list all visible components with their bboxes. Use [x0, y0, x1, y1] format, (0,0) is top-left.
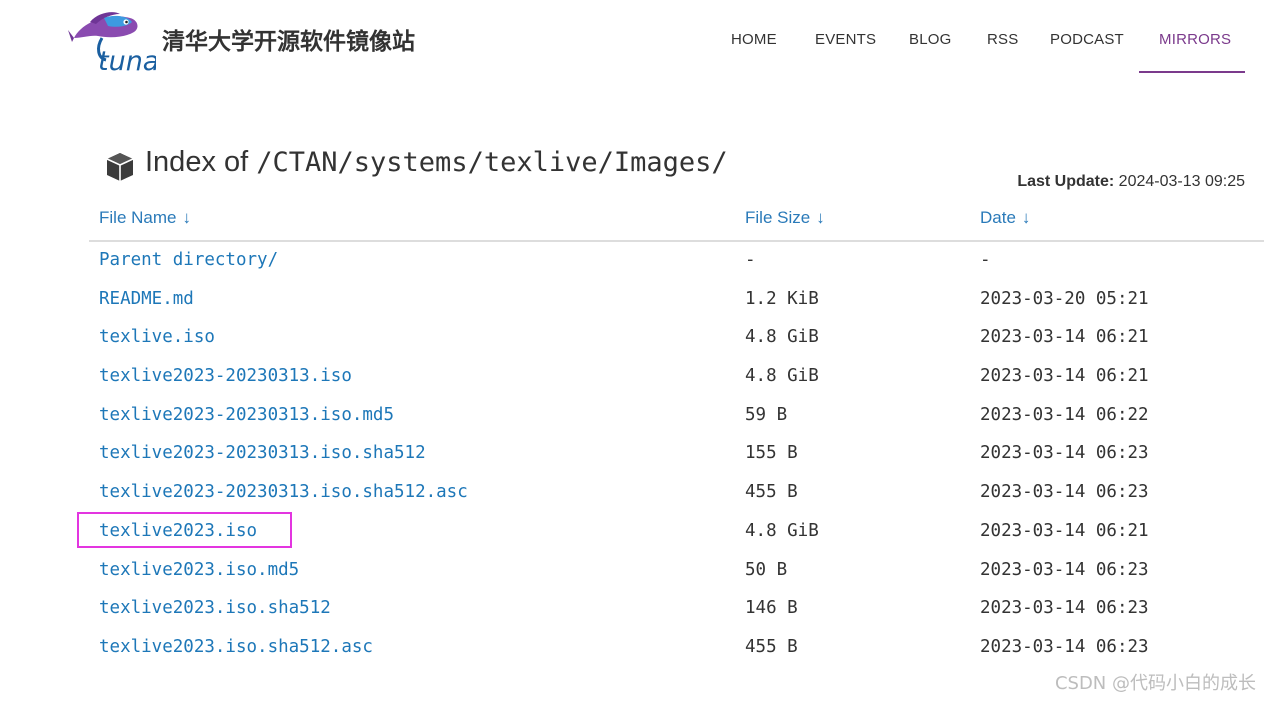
page-title-prefix: Index of — [145, 146, 249, 178]
last-update: Last Update: 2024-03-13 09:25 — [1017, 173, 1245, 191]
nav-mirrors[interactable]: MIRRORS — [1159, 31, 1231, 48]
file-table: File Name ↓ File Size ↓ Date ↓ Parent direc… — [89, 200, 1264, 668]
file-link[interactable]: texlive.iso — [99, 327, 215, 347]
file-size: 4.8 GiB — [745, 520, 819, 541]
file-link[interactable]: texlive2023-20230313.iso.sha512.asc — [99, 482, 468, 502]
file-size: 4.8 GiB — [745, 327, 819, 348]
sort-by-file-name[interactable]: File Name ↓ — [99, 208, 191, 228]
file-link[interactable]: texlive2023-20230313.iso — [99, 366, 352, 386]
page-title: Index of /CTAN/systems/texlive/Images/ — [145, 146, 728, 179]
file-size: - — [745, 250, 756, 270]
file-size: 455 B — [745, 482, 798, 503]
nav-podcast[interactable]: PODCAST — [1050, 31, 1124, 48]
highlight-annotation-box — [77, 512, 292, 548]
file-date: 2023-03-14 06:23 — [980, 636, 1149, 657]
file-date: 2023-03-14 06:23 — [980, 559, 1149, 580]
box-icon — [106, 153, 134, 181]
csdn-watermark: CSDN @代码小白的成长 — [1054, 673, 1256, 694]
sort-by-date[interactable]: Date ↓ — [980, 208, 1030, 228]
nav-events[interactable]: EVENTS — [815, 31, 876, 48]
file-date: 2023-03-14 06:23 — [980, 443, 1149, 464]
table-row: texlive2023-20230313.iso.sha512 155 B 20… — [89, 435, 1264, 474]
sort-down-arrow-icon: ↓ — [1021, 208, 1031, 227]
file-link[interactable]: texlive2023-20230313.iso.sha512 — [99, 443, 426, 463]
table-row: README.md 1.2 KiB 2023-03-20 05:21 — [89, 281, 1264, 320]
file-size: 59 B — [745, 404, 788, 425]
table-row: texlive2023-20230313.iso.md5 59 B 2023-0… — [89, 397, 1264, 436]
header-date: Date — [980, 208, 1016, 227]
file-date: 2023-03-14 06:21 — [980, 327, 1149, 348]
header-file-name: File Name — [99, 208, 177, 227]
file-date: 2023-03-20 05:21 — [980, 288, 1149, 309]
table-row: texlive.iso 4.8 GiB 2023-03-14 06:21 — [89, 319, 1264, 358]
file-size: 455 B — [745, 636, 798, 657]
file-link[interactable]: texlive2023.iso.md5 — [99, 560, 299, 580]
nav-blog[interactable]: BLOG — [909, 31, 951, 48]
last-update-value: 2024-03-13 09:25 — [1118, 173, 1245, 190]
file-size: 155 B — [745, 443, 798, 464]
table-row: texlive2023.iso.md5 50 B 2023-03-14 06:2… — [89, 552, 1264, 591]
file-link[interactable]: texlive2023-20230313.iso.md5 — [99, 405, 394, 425]
table-row: texlive2023.iso.sha512 146 B 2023-03-14 … — [89, 590, 1264, 629]
main-nav: HOME EVENTS BLOG RSS PODCAST MIRRORS — [0, 0, 1272, 80]
table-row: texlive2023-20230313.iso.sha512.asc 455 … — [89, 474, 1264, 513]
table-row: texlive2023.iso.sha512.asc 455 B 2023-03… — [89, 629, 1264, 668]
file-date: 2023-03-14 06:22 — [980, 404, 1149, 425]
header-file-size: File Size — [745, 208, 811, 227]
table-row: Parent directory/ - - — [89, 242, 1264, 281]
file-date: 2023-03-14 06:23 — [980, 482, 1149, 503]
table-body: Parent directory/ - - README.md 1.2 KiB … — [89, 242, 1264, 668]
sort-down-arrow-icon: ↓ — [816, 208, 825, 227]
sort-down-arrow-icon: ↓ — [182, 208, 191, 227]
file-link[interactable]: texlive2023.iso.sha512.asc — [99, 637, 373, 657]
file-date: 2023-03-14 06:23 — [980, 598, 1149, 619]
sort-by-file-size[interactable]: File Size ↓ — [745, 208, 825, 228]
file-size: 50 B — [745, 559, 788, 580]
last-update-label: Last Update: — [1017, 173, 1115, 190]
nav-home[interactable]: HOME — [731, 31, 777, 48]
file-link[interactable]: Parent directory/ — [99, 250, 278, 270]
file-date: - — [980, 250, 991, 270]
file-link[interactable]: README.md — [99, 289, 194, 309]
nav-rss[interactable]: RSS — [987, 31, 1018, 48]
table-header: File Name ↓ File Size ↓ Date ↓ — [89, 200, 1264, 242]
file-link[interactable]: texlive2023.iso.sha512 — [99, 598, 331, 618]
site-header: tuna 清华大学开源软件镜像站 HOME EVENTS BLOG RSS PO… — [0, 0, 1272, 80]
file-size: 146 B — [745, 598, 798, 619]
file-size: 4.8 GiB — [745, 366, 819, 387]
page-title-path: /CTAN/systems/texlive/Images/ — [256, 147, 728, 178]
file-date: 2023-03-14 06:21 — [980, 366, 1149, 387]
table-row: texlive2023-20230313.iso 4.8 GiB 2023-03… — [89, 358, 1264, 397]
file-size: 1.2 KiB — [745, 288, 819, 309]
file-date: 2023-03-14 06:21 — [980, 520, 1149, 541]
nav-active-underline — [1139, 71, 1245, 73]
